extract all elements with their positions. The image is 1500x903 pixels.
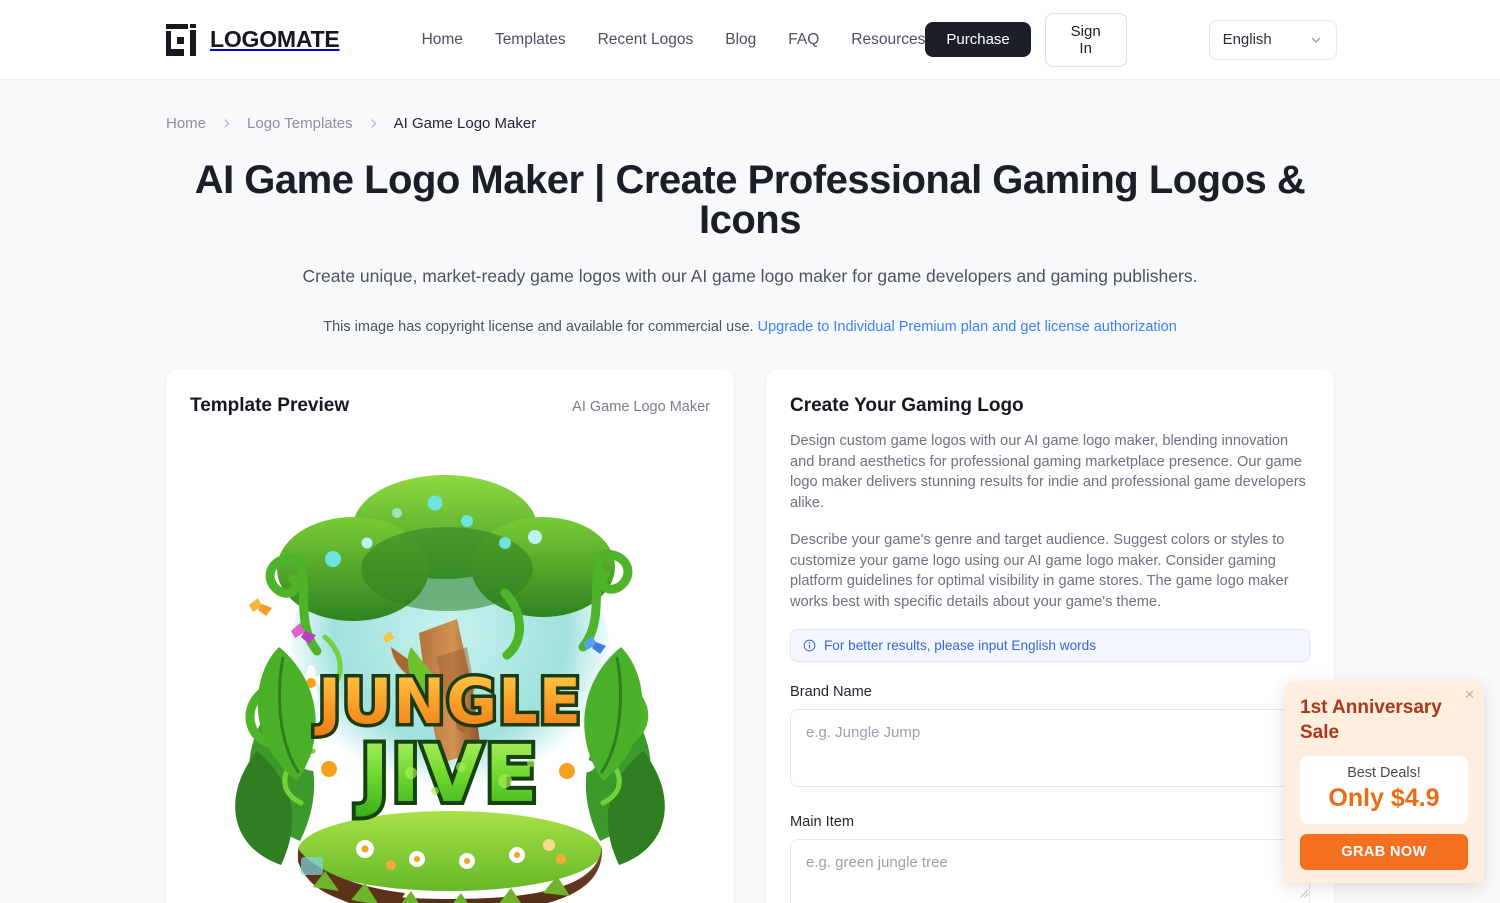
english-words-notice-text: For better results, please input English… [824, 638, 1096, 653]
sign-in-button[interactable]: Sign In [1045, 13, 1127, 67]
nav-item-templates[interactable]: Templates [495, 31, 566, 49]
info-circle-icon [803, 639, 816, 652]
license-notice-text: This image has copyright license and ava… [323, 319, 753, 335]
breadcrumb-item-current: AI Game Logo Maker [394, 115, 537, 132]
brand-name-field: Brand Name [790, 684, 1310, 792]
page-subtitle: Create unique, market-ready game logos w… [166, 266, 1334, 287]
brand-name-label: Brand Name [790, 684, 1310, 700]
content-columns: Template Preview AI Game Logo Maker [166, 369, 1334, 903]
english-words-notice: For better results, please input English… [790, 629, 1310, 662]
language-select-value: English [1223, 31, 1272, 48]
header-actions: Purchase Sign In English [925, 13, 1336, 67]
breadcrumb-item-logo-templates[interactable]: Logo Templates [247, 115, 353, 132]
logo-word-bottom: JIVE [355, 730, 540, 820]
breadcrumb: Home Logo Templates AI Game Logo Maker [166, 80, 1334, 132]
create-logo-description-1: Design custom game logos with our AI gam… [790, 431, 1310, 513]
purchase-button[interactable]: Purchase [925, 22, 1030, 57]
page-content: Home Logo Templates AI Game Logo Maker A… [0, 80, 1500, 903]
grab-now-button[interactable]: GRAB NOW [1300, 834, 1468, 870]
page-title: AI Game Logo Maker | Create Professional… [166, 160, 1334, 240]
breadcrumb-item-home[interactable]: Home [166, 115, 206, 132]
nav-item-blog[interactable]: Blog [725, 31, 756, 49]
brand-name-input[interactable] [790, 709, 1310, 787]
close-icon[interactable]: ✕ [1464, 688, 1475, 701]
site-header: LOGOMATE Home Templates Recent Logos Blo… [0, 0, 1500, 80]
create-logo-title: Create Your Gaming Logo [790, 395, 1310, 417]
promo-deal-label: Best Deals! [1308, 765, 1460, 781]
create-logo-description-2: Describe your game's genre and target au… [790, 530, 1310, 612]
template-preview-image[interactable]: JUNGLE JIVE [190, 451, 710, 903]
anniversary-sale-popup: ✕ 1st Anniversary Sale Best Deals! Only … [1284, 681, 1484, 883]
nav-item-home[interactable]: Home [422, 31, 463, 49]
language-select[interactable]: English [1209, 20, 1337, 60]
chevron-down-icon [1309, 33, 1323, 47]
template-preview-title: Template Preview [190, 395, 349, 417]
logomate-bracket-mark-icon [166, 24, 200, 56]
license-notice: This image has copyright license and ava… [166, 319, 1334, 335]
nav-item-resources[interactable]: Resources [851, 31, 925, 49]
main-nav: Home Templates Recent Logos Blog FAQ Res… [422, 31, 926, 49]
create-logo-card: Create Your Gaming Logo Design custom ga… [766, 369, 1334, 903]
logo-word-top: JUNGLE [314, 665, 582, 738]
textarea-resize-handle[interactable] [1297, 885, 1309, 903]
brand-name: LOGOMATE [210, 26, 340, 53]
main-item-field: Main Item [790, 814, 1310, 903]
nav-item-recent-logos[interactable]: Recent Logos [598, 31, 694, 49]
chevron-right-icon [367, 117, 380, 130]
promo-price: Only $4.9 [1308, 784, 1460, 813]
template-preview-tag: AI Game Logo Maker [572, 399, 710, 415]
chevron-right-icon [220, 117, 233, 130]
nav-item-faq[interactable]: FAQ [788, 31, 819, 49]
upgrade-premium-link[interactable]: Upgrade to Individual Premium plan and g… [758, 319, 1177, 335]
main-item-input[interactable] [790, 839, 1310, 903]
brand-logo[interactable]: LOGOMATE [166, 24, 340, 56]
main-item-label: Main Item [790, 814, 1310, 830]
template-preview-card: Template Preview AI Game Logo Maker [166, 369, 734, 903]
promo-title: 1st Anniversary Sale [1300, 695, 1468, 745]
promo-price-box: Best Deals! Only $4.9 [1300, 756, 1468, 824]
template-preview-header: Template Preview AI Game Logo Maker [190, 395, 710, 417]
